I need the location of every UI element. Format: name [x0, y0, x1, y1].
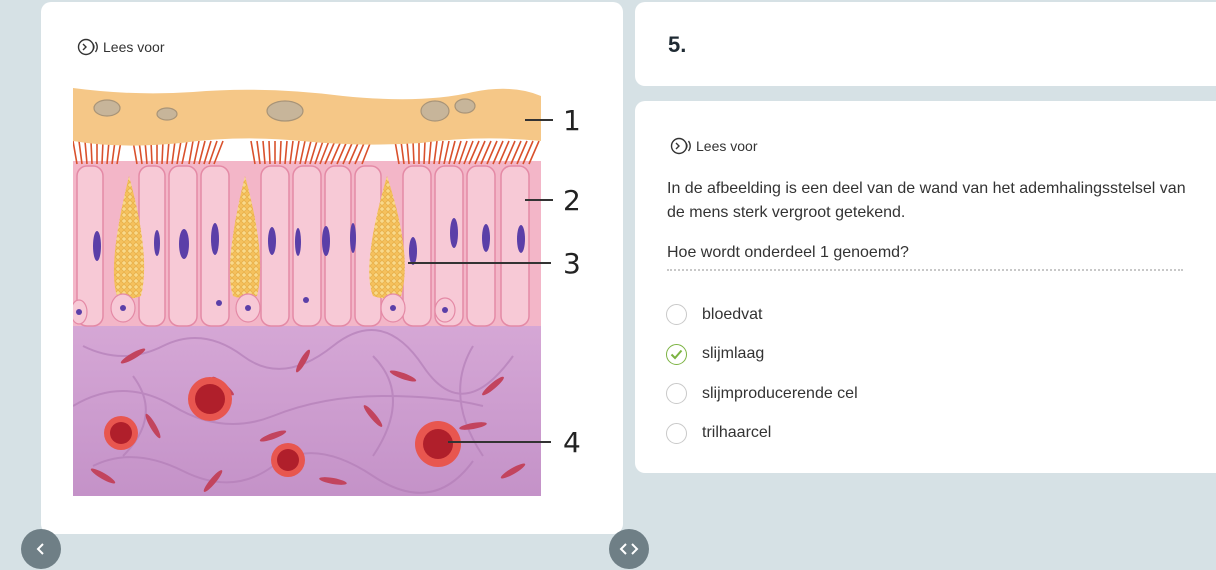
- speaker-icon: [670, 137, 691, 155]
- illustration-label-3: 3: [563, 247, 581, 280]
- respiratory-wall-illustration: 1 2 3 4: [73, 88, 581, 496]
- illustration-card: Lees voor 1 2 3 4: [41, 2, 623, 534]
- answer-option-label: bloedvat: [702, 305, 763, 323]
- read-aloud-button[interactable]: Lees voor: [77, 38, 164, 56]
- read-aloud-button[interactable]: Lees voor: [670, 137, 757, 155]
- radio-button[interactable]: [666, 383, 687, 405]
- answer-option[interactable]: slijmlaag: [666, 335, 858, 375]
- answer-option[interactable]: bloedvat: [666, 295, 858, 335]
- illustration-label-1: 1: [563, 104, 581, 137]
- radio-button[interactable]: [666, 304, 687, 326]
- radio-button-checked[interactable]: [666, 343, 687, 365]
- answer-option[interactable]: trilhaarcel: [666, 414, 858, 454]
- checkmark-icon: [670, 349, 683, 360]
- chevron-left-icon: [36, 543, 44, 555]
- answer-option-label: slijmproducerende cel: [702, 384, 858, 402]
- answer-option[interactable]: slijmproducerende cel: [666, 374, 858, 414]
- answer-option-label: slijmlaag: [702, 345, 765, 363]
- code-chevrons-icon: [619, 543, 639, 555]
- answer-options: bloedvat slijmlaag slijmproducerende cel…: [666, 295, 858, 453]
- radio-button[interactable]: [666, 422, 687, 444]
- question-card: Lees voor In de afbeelding is een deel v…: [635, 101, 1216, 473]
- read-aloud-label: Lees voor: [103, 39, 165, 55]
- read-aloud-label: Lees voor: [696, 138, 758, 154]
- question-number: 5.: [668, 32, 687, 57]
- question-number-card: 5.: [635, 2, 1216, 86]
- expand-button[interactable]: [609, 529, 649, 569]
- question-text: In de afbeelding is een deel van de wand…: [667, 180, 1186, 221]
- question-prompt: Hoe wordt onderdeel 1 genoemd?: [667, 241, 1183, 271]
- illustration-label-4: 4: [563, 426, 581, 459]
- previous-button[interactable]: [21, 529, 61, 569]
- answer-option-label: trilhaarcel: [702, 424, 772, 442]
- illustration-label-2: 2: [563, 184, 581, 217]
- speaker-icon: [77, 38, 98, 56]
